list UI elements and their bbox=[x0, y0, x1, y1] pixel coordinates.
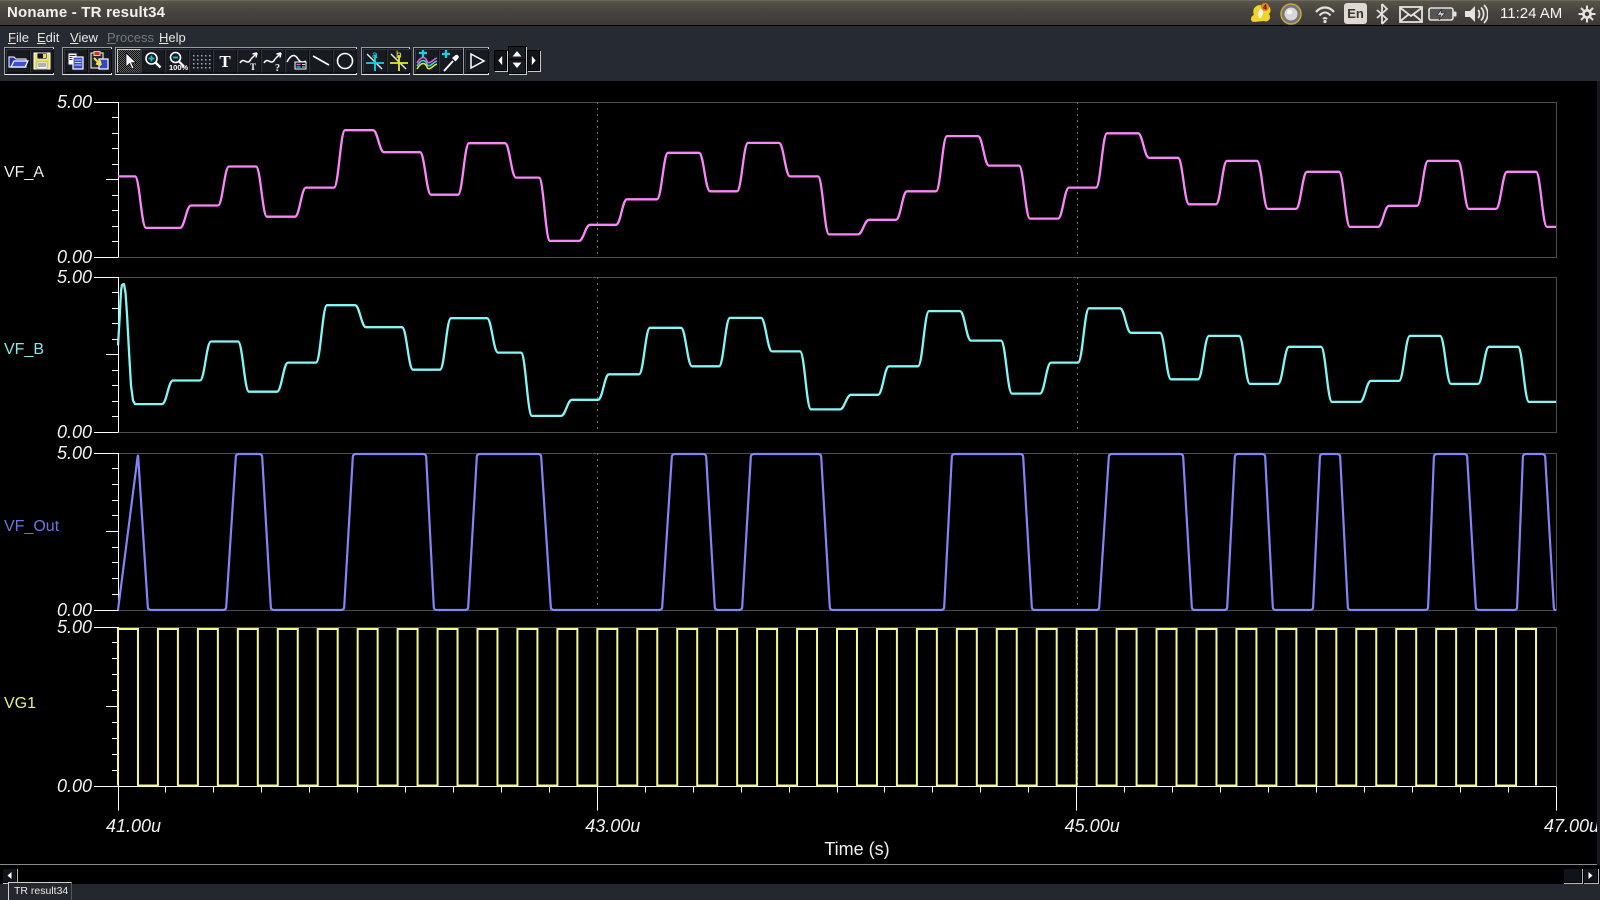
svg-text:T: T bbox=[250, 62, 256, 72]
svg-text:VG1: VG1 bbox=[4, 695, 36, 712]
svg-text:100%: 100% bbox=[169, 63, 188, 72]
svg-text:T: T bbox=[219, 52, 231, 71]
svg-text:5.00: 5.00 bbox=[57, 443, 92, 463]
svg-text:45.00u: 45.00u bbox=[1065, 816, 1120, 836]
svg-text:47.00u: 47.00u bbox=[1544, 816, 1599, 836]
svg-text:Time (s): Time (s) bbox=[824, 839, 889, 859]
svg-text:4: 4 bbox=[1263, 5, 1267, 12]
svg-text:VF_B: VF_B bbox=[4, 341, 44, 358]
svg-text:0.00: 0.00 bbox=[57, 247, 92, 267]
svg-text:5.00: 5.00 bbox=[57, 617, 92, 637]
svg-text:5.00: 5.00 bbox=[57, 267, 92, 287]
svg-text:VF_Out: VF_Out bbox=[4, 518, 60, 535]
svg-text:5.00: 5.00 bbox=[57, 92, 92, 112]
svg-text:a: a bbox=[372, 50, 378, 61]
svg-text:43.00u: 43.00u bbox=[585, 816, 640, 836]
svg-text:b: b bbox=[396, 50, 402, 61]
svg-text:VF_A: VF_A bbox=[4, 164, 44, 181]
svg-text:0.00: 0.00 bbox=[57, 776, 92, 796]
svg-text:?: ? bbox=[275, 63, 280, 72]
svg-text:41.00u: 41.00u bbox=[106, 816, 161, 836]
svg-text:0.00: 0.00 bbox=[57, 422, 92, 442]
